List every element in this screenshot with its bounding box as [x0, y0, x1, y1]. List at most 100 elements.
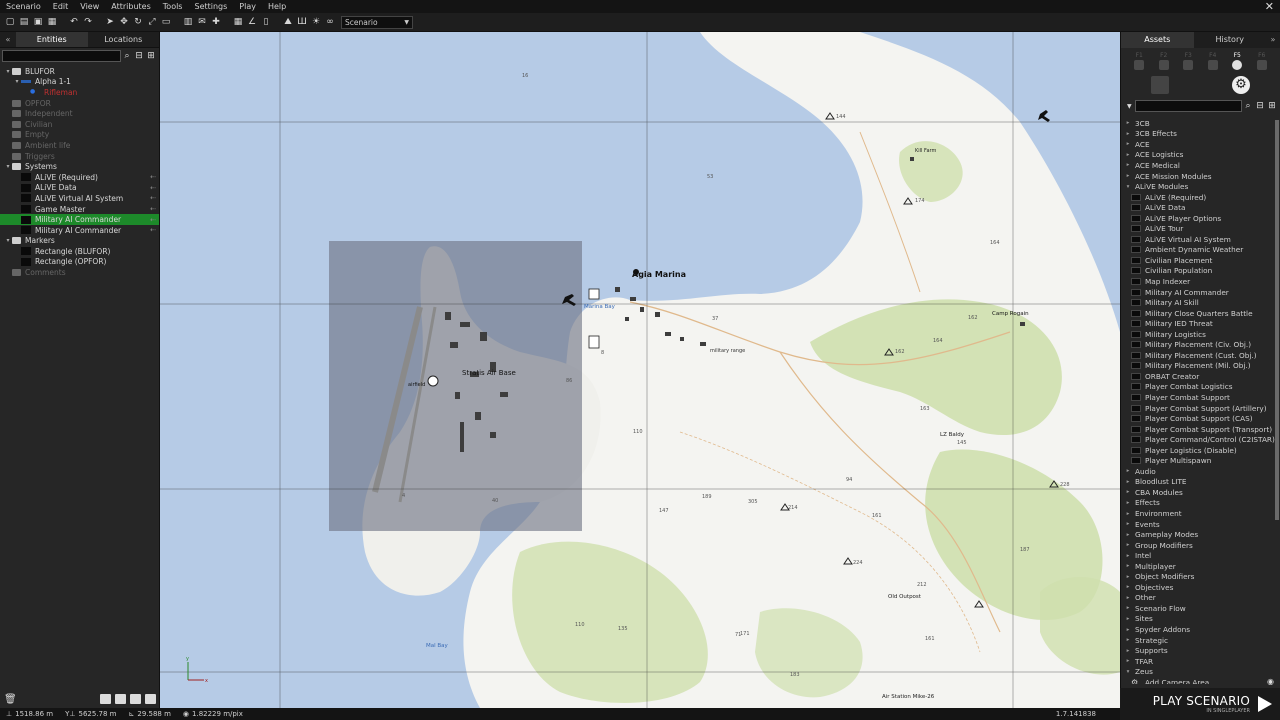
category-item[interactable]: ▸ Strategic [1121, 635, 1280, 646]
vision-icon[interactable]: ∞ [324, 16, 336, 28]
menu-attributes[interactable]: Attributes [105, 2, 157, 11]
layer-folder-icon[interactable] [130, 694, 141, 704]
module-item[interactable]: Player Combat Support [1121, 392, 1280, 403]
tree-item[interactable]: ▾ Alpha 1-1 [0, 77, 159, 88]
tree-item[interactable]: Rectangle (BLUFOR) [0, 246, 159, 257]
new-scenario-icon[interactable]: ▢ [4, 16, 16, 28]
map-view[interactable]: x y Agia Marina Marina Bay Stratis Air B… [160, 32, 1120, 708]
category-item[interactable]: ▸ TFAR [1121, 656, 1280, 667]
tree-item[interactable]: Ambient life [0, 140, 159, 151]
tab-entities[interactable]: Entities [16, 32, 88, 47]
export-icon[interactable]: ▦ [46, 16, 58, 28]
module-item[interactable]: ALiVE Tour [1121, 223, 1280, 234]
angle-icon[interactable]: ∠ [246, 16, 258, 28]
tree-item[interactable]: Game Master ⇠ [0, 204, 159, 215]
module-item[interactable]: Military Placement (Civ. Obj.) [1121, 339, 1280, 350]
tab-assets[interactable]: Assets [1121, 32, 1194, 48]
chevron-right-icon[interactable]: ▸ [1121, 627, 1135, 633]
close-icon[interactable]: ✕ [1265, 0, 1274, 13]
module-item[interactable]: Military Placement (Mil. Obj.) [1121, 361, 1280, 372]
module-item[interactable]: Player Combat Logistics [1121, 382, 1280, 393]
menu-help[interactable]: Help [262, 2, 292, 11]
eye-icon[interactable]: ◉ [1267, 677, 1274, 686]
expand-panel-icon[interactable]: » [1266, 32, 1280, 48]
chevron-right-icon[interactable]: ▸ [1121, 173, 1135, 179]
search-icon[interactable]: ⌕ [1242, 100, 1254, 112]
category-item[interactable]: ▸ Intel [1121, 550, 1280, 561]
view-layer-icon[interactable] [145, 694, 156, 704]
category-item[interactable]: ▸ 3CB [1121, 118, 1280, 129]
module-item[interactable]: Military Close Quarters Battle [1121, 308, 1280, 319]
tree-item[interactable]: ● Rifleman [0, 87, 159, 98]
tree-item[interactable]: Empty [0, 130, 159, 141]
delete-icon[interactable]: 🗑 [4, 694, 17, 705]
groups-mode-button[interactable]: F2 [1154, 52, 1174, 70]
category-item[interactable]: ▸ 3CB Effects [1121, 129, 1280, 140]
chevron-right-icon[interactable]: ▸ [1121, 584, 1135, 590]
open-folder-icon[interactable]: ▤ [18, 16, 30, 28]
chevron-right-icon[interactable]: ▸ [1121, 658, 1135, 664]
chevron-right-icon[interactable]: ▸ [1121, 595, 1135, 601]
tree-item[interactable]: Triggers [0, 151, 159, 162]
systems-category-icon[interactable] [1151, 76, 1169, 94]
waypoints-mode-button[interactable]: F4 [1203, 52, 1223, 70]
expand-arrow-icon[interactable]: ▾ [13, 78, 21, 85]
module-item[interactable]: Civilian Population [1121, 266, 1280, 277]
menu-scenario[interactable]: Scenario [0, 2, 47, 11]
category-item[interactable]: ▸ Spyder Addons [1121, 624, 1280, 635]
module-item[interactable]: Ambient Dynamic Weather [1121, 245, 1280, 256]
chevron-down-icon[interactable]: ▼ [1127, 103, 1132, 110]
undo-icon[interactable]: ↶ [68, 16, 80, 28]
category-item[interactable]: ▸ Objectives [1121, 582, 1280, 593]
module-item[interactable]: Military AI Commander [1121, 287, 1280, 298]
menu-edit[interactable]: Edit [47, 2, 75, 11]
tab-locations[interactable]: Locations [88, 32, 160, 47]
chevron-right-icon[interactable]: ▸ [1121, 648, 1135, 654]
save-icon[interactable]: ▣ [32, 16, 44, 28]
scenario-dropdown[interactable]: Scenario ▼ [341, 15, 413, 29]
category-item[interactable]: ▸ CBA Modules [1121, 487, 1280, 498]
frame-icon[interactable]: ▭ [160, 16, 172, 28]
category-item[interactable]: ▸ Environment [1121, 508, 1280, 519]
chevron-down-icon[interactable]: ▾ [1121, 184, 1135, 190]
collapse-panel-icon[interactable]: « [0, 32, 16, 47]
chevron-right-icon[interactable]: ▸ [1121, 500, 1135, 506]
terrain-map[interactable]: x y [160, 32, 1120, 708]
chevron-right-icon[interactable]: ▸ [1121, 152, 1135, 158]
tree-item[interactable]: ▾ BLUFOR [0, 66, 159, 77]
module-item[interactable]: Military AI Skill [1121, 297, 1280, 308]
chevron-right-icon[interactable]: ▸ [1121, 521, 1135, 527]
module-item[interactable]: Military Placement (Cust. Obj.) [1121, 350, 1280, 361]
chevron-right-icon[interactable]: ▸ [1121, 120, 1135, 126]
category-item[interactable]: ▸ Scenario Flow [1121, 603, 1280, 614]
rotate-icon[interactable]: ↻ [132, 16, 144, 28]
module-item[interactable]: ⚙ Add Camera Area [1121, 677, 1280, 684]
category-item[interactable]: ▸ Gameplay Modes [1121, 529, 1280, 540]
objects-mode-button[interactable]: F1 [1129, 52, 1149, 70]
tree-item[interactable]: ▾ Markers [0, 236, 159, 247]
markers-mode-button[interactable]: F6 [1252, 52, 1272, 70]
module-item[interactable]: Player Multispawn [1121, 456, 1280, 467]
module-item[interactable]: Player Command/Control (C2ISTAR) [1121, 434, 1280, 445]
tree-item[interactable]: OPFOR [0, 98, 159, 109]
chevron-right-icon[interactable]: ▸ [1121, 141, 1135, 147]
entities-search-input[interactable] [2, 50, 121, 62]
search-icon[interactable]: ⌕ [121, 50, 133, 62]
chevron-right-icon[interactable]: ▸ [1121, 511, 1135, 517]
category-item[interactable]: ▸ Supports [1121, 645, 1280, 656]
expand-arrow-icon[interactable]: ▾ [4, 68, 12, 75]
modules-mode-button[interactable]: F5 [1227, 52, 1247, 70]
chevron-right-icon[interactable]: ▸ [1121, 542, 1135, 548]
category-item[interactable]: ▸ Group Modifiers [1121, 540, 1280, 551]
collapse-all-icon[interactable]: ⊟ [133, 50, 145, 62]
chevron-right-icon[interactable]: ▸ [1121, 553, 1135, 559]
module-item[interactable]: Player Combat Support (Transport) [1121, 424, 1280, 435]
redo-icon[interactable]: ↷ [82, 16, 94, 28]
category-item[interactable]: ▸ Object Modifiers [1121, 572, 1280, 583]
tree-item[interactable]: Independent [0, 108, 159, 119]
category-item[interactable]: ▸ Bloodlust LITE [1121, 477, 1280, 488]
category-item[interactable]: ▾ ALiVE Modules [1121, 181, 1280, 192]
chevron-right-icon[interactable]: ▸ [1121, 574, 1135, 580]
new-folder-icon[interactable] [100, 694, 111, 704]
assets-search-input[interactable] [1134, 100, 1242, 112]
